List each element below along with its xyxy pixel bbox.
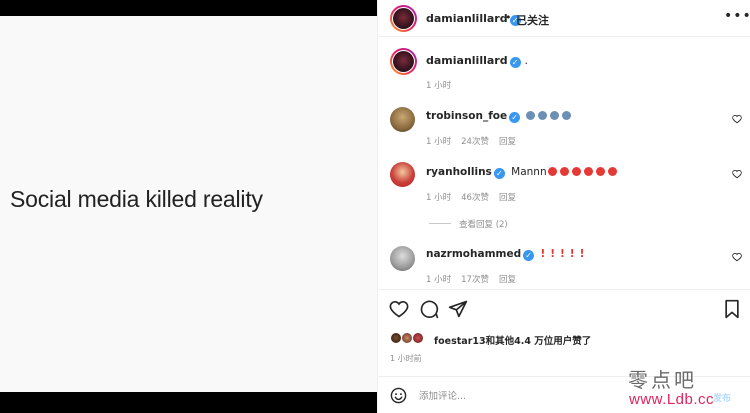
comment-meta: 1 小时 24次赞 回复 (426, 135, 526, 147)
reply-button[interactable]: 回复 (499, 193, 516, 203)
post-header: damianlillard ✓ • 已关注 ••• (378, 0, 750, 37)
save-bookmark-icon[interactable] (722, 299, 742, 319)
reply-button[interactable]: 回复 (499, 275, 516, 285)
comment-row: nazrmohammed ✓ !!!!! (426, 248, 589, 261)
emoji-icon (583, 167, 593, 176)
letterbox-top (0, 0, 377, 16)
comment-likes[interactable]: 17次赞 (461, 275, 489, 285)
exclamation-emojis: !!!!! (540, 248, 590, 260)
separator-dot: • (505, 11, 512, 24)
post-detail-panel: damianlillard ✓ • 已关注 ••• damianlillard ✓ … (377, 0, 750, 413)
watermark-url: www.Ldb.cc (629, 391, 715, 408)
more-options-icon[interactable]: ••• (724, 8, 750, 24)
watermark-title: 零点吧 (628, 368, 697, 392)
emoji-icon (547, 167, 557, 176)
comment-row: ryanhollins ✓ Mannn (426, 166, 617, 179)
reply-button[interactable]: 回复 (499, 137, 516, 147)
comment-time: 1 小时 (426, 275, 452, 285)
caption-text: . (524, 54, 528, 67)
likes-summary[interactable]: foestar13和其他4.4 万位用户赞了 (434, 333, 591, 347)
post-comment-button[interactable]: 发布 (713, 391, 731, 404)
comment-likes[interactable]: 46次赞 (461, 193, 489, 203)
post-image-text: Social media killed reality (10, 186, 263, 212)
comment-avatar[interactable] (390, 246, 415, 271)
comment-time: 1 小时 (426, 193, 452, 203)
comment-icon[interactable] (419, 299, 439, 319)
like-icon[interactable] (389, 299, 409, 319)
emoji-icon (562, 111, 572, 120)
verified-badge-icon: ✓ (509, 112, 521, 123)
emoji-picker-icon[interactable] (390, 387, 407, 404)
like-comment-icon[interactable] (732, 252, 742, 262)
comment-input[interactable] (419, 389, 659, 403)
comment-row: trobinson_foe ✓ (426, 110, 572, 123)
emoji-icon (595, 167, 605, 176)
emoji-icon (607, 167, 617, 176)
comment-username[interactable]: ryanhollins (426, 166, 492, 178)
emoji-icon (550, 111, 560, 120)
verified-badge-icon: ✓ (509, 57, 521, 68)
comment-text: Mannn (511, 166, 547, 178)
comment-time: 1 小时 (426, 137, 452, 147)
comment-likes[interactable]: 24次赞 (461, 137, 489, 147)
verified-badge-icon: ✓ (523, 250, 535, 261)
letterbox-bottom (0, 392, 377, 413)
post-time: 1 小时前 (390, 354, 422, 363)
like-comment-icon[interactable] (732, 114, 742, 124)
comment-meta: 1 小时 46次赞 回复 (426, 191, 526, 203)
view-replies-button[interactable]: 查看回复 (2) (429, 218, 508, 230)
emoji-icon (559, 167, 569, 176)
comment-avatar[interactable] (390, 162, 415, 187)
emoji-icon (571, 167, 581, 176)
caption-username[interactable]: damianlillard ✓ . (426, 54, 528, 68)
verified-badge-icon: ✓ (493, 168, 505, 179)
post-image: Social media killed reality (0, 0, 377, 413)
comment-username[interactable]: trobinson_foe (426, 110, 507, 122)
author-avatar[interactable] (390, 5, 417, 32)
emoji-icon (526, 111, 536, 120)
like-comment-icon[interactable] (732, 169, 742, 179)
comment-meta: 1 小时 17次赞 回复 (426, 273, 526, 285)
follow-status-button[interactable]: 已关注 (516, 12, 549, 28)
comment-username[interactable]: nazrmohammed (426, 248, 521, 260)
actions-divider (378, 289, 750, 290)
emoji-icon (538, 111, 548, 120)
replies-divider (429, 223, 451, 224)
caption-time: 1 小时 (426, 81, 452, 91)
liker-avatar (412, 332, 424, 344)
share-icon[interactable] (448, 299, 468, 319)
comment-avatar[interactable] (390, 107, 415, 132)
caption-avatar[interactable] (390, 48, 417, 75)
